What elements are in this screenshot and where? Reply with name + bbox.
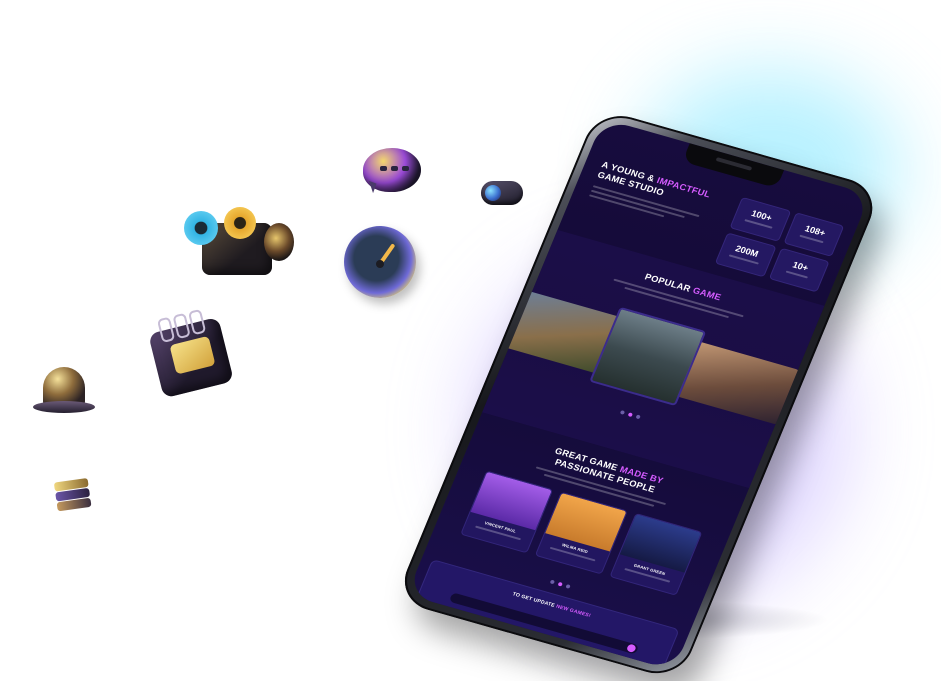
team-member-card[interactable]: WILMA REID [534,491,628,575]
clock-icon [344,226,416,298]
bell-icon [33,363,95,421]
stat-card: 200M [714,232,777,278]
camera-icon [180,205,300,277]
stat-value: 10+ [791,259,810,274]
social-icon[interactable] [413,609,423,619]
stat-card: 10+ [768,247,830,293]
calendar-icon [141,301,245,405]
chat-bubble-icon [363,148,421,194]
cards-icon [49,473,98,521]
team-member-card[interactable]: GRANT GREEN [609,512,703,596]
team-member-card[interactable]: VINCENT PAUL [460,470,554,554]
stats-grid: 100+ 108+ 200M 10+ [714,196,845,293]
social-icon[interactable] [432,615,443,624]
subscribe-button[interactable] [625,643,637,654]
social-icon[interactable] [422,612,433,622]
toggle-icon [481,181,523,205]
